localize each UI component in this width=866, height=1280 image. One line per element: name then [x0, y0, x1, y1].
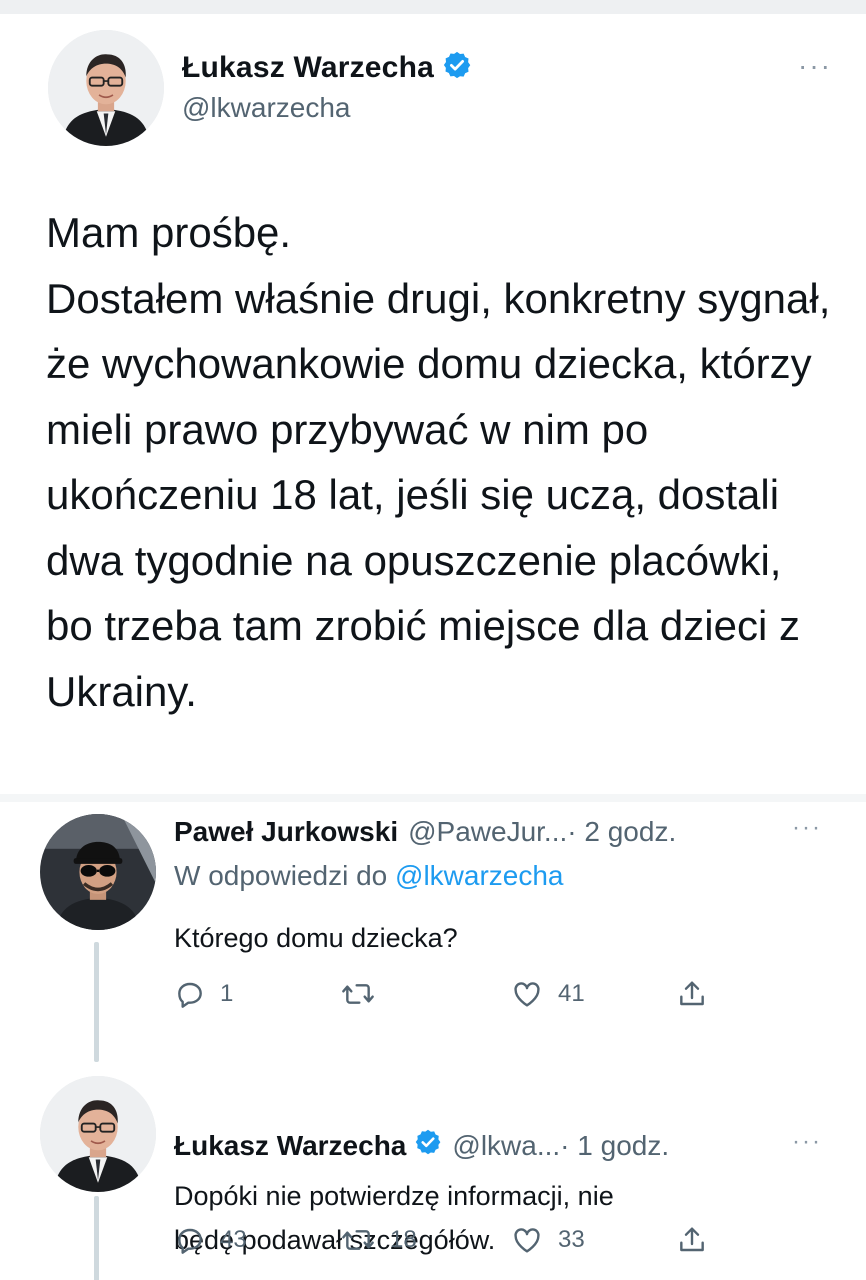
replying-to: W odpowiedzi do @lkwarzecha [174, 860, 564, 892]
reply-timestamp[interactable]: · 2 godz. [567, 816, 676, 848]
tweet-text: Mam prośbę. Dostałem właśnie drugi, konk… [46, 209, 831, 715]
like-count: 33 [558, 1226, 585, 1253]
retweet-button[interactable]: 18 [340, 1220, 417, 1260]
share-button[interactable] [676, 1220, 708, 1260]
author-avatar[interactable] [48, 30, 164, 146]
author-name[interactable]: Łukasz Warzecha [182, 51, 434, 85]
like-count: 41 [558, 980, 585, 1007]
verified-badge-icon [442, 50, 472, 85]
like-button[interactable]: 41 [510, 974, 585, 1014]
thread-line [94, 1196, 99, 1280]
verified-badge-icon [414, 1128, 442, 1163]
retweet-icon [340, 978, 376, 1010]
share-button[interactable] [676, 974, 708, 1014]
reply-icon [174, 1224, 206, 1256]
reply-count: 1 [220, 980, 234, 1007]
reply-text: Którego domu dziecka? [174, 923, 458, 953]
reply-author-handle[interactable]: @PaweJur... [408, 816, 567, 848]
more-options-icon[interactable]: ··· [792, 814, 822, 842]
action-bar: 1 41 [174, 974, 734, 1014]
more-options-icon[interactable]: ··· [792, 1128, 822, 1156]
share-icon [676, 978, 708, 1010]
reply-author-name[interactable]: Paweł Jurkowski [174, 816, 398, 848]
like-icon [510, 978, 544, 1010]
retweet-button[interactable] [340, 974, 390, 1014]
retweet-icon [340, 1224, 376, 1256]
retweet-count: 18 [390, 1226, 417, 1253]
reply-tweet[interactable]: Paweł Jurkowski @PaweJur... · 2 godz. ··… [0, 802, 866, 1062]
reply-author-avatar[interactable] [40, 814, 156, 930]
thread-line [94, 942, 99, 1062]
reply-author-handle[interactable]: @lkwa... [452, 1130, 560, 1162]
divider [0, 794, 866, 802]
reply-author-name[interactable]: Łukasz Warzecha [174, 1130, 406, 1162]
like-icon [510, 1224, 544, 1256]
reply-timestamp[interactable]: · 1 godz. [560, 1130, 669, 1162]
reply-tweet[interactable]: Łukasz Warzecha @lkwa... · 1 godz. ··· D… [0, 1060, 866, 1280]
top-strip [0, 0, 866, 14]
replying-to-prefix: W odpowiedzi do [174, 860, 388, 891]
author-handle[interactable]: @lkwarzecha [182, 92, 350, 124]
reply-count: 43 [220, 1226, 247, 1253]
replying-to-mention[interactable]: @lkwarzecha [395, 860, 563, 891]
reply-header: Łukasz Warzecha @lkwa... · 1 godz. [174, 1128, 669, 1163]
like-button[interactable]: 33 [510, 1220, 585, 1260]
share-icon [676, 1224, 708, 1256]
reply-author-avatar[interactable] [40, 1076, 156, 1192]
action-bar: 43 18 33 [174, 1220, 734, 1260]
author-name-row: Łukasz Warzecha [182, 50, 472, 85]
more-options-icon[interactable]: ··· [798, 50, 832, 82]
reply-button[interactable]: 43 [174, 1220, 247, 1260]
reply-header: Paweł Jurkowski @PaweJur... · 2 godz. [174, 816, 676, 848]
main-tweet: Łukasz Warzecha @lkwarzecha ··· Mam proś… [0, 14, 866, 794]
reply-button[interactable]: 1 [174, 974, 233, 1014]
reply-icon [174, 978, 206, 1010]
